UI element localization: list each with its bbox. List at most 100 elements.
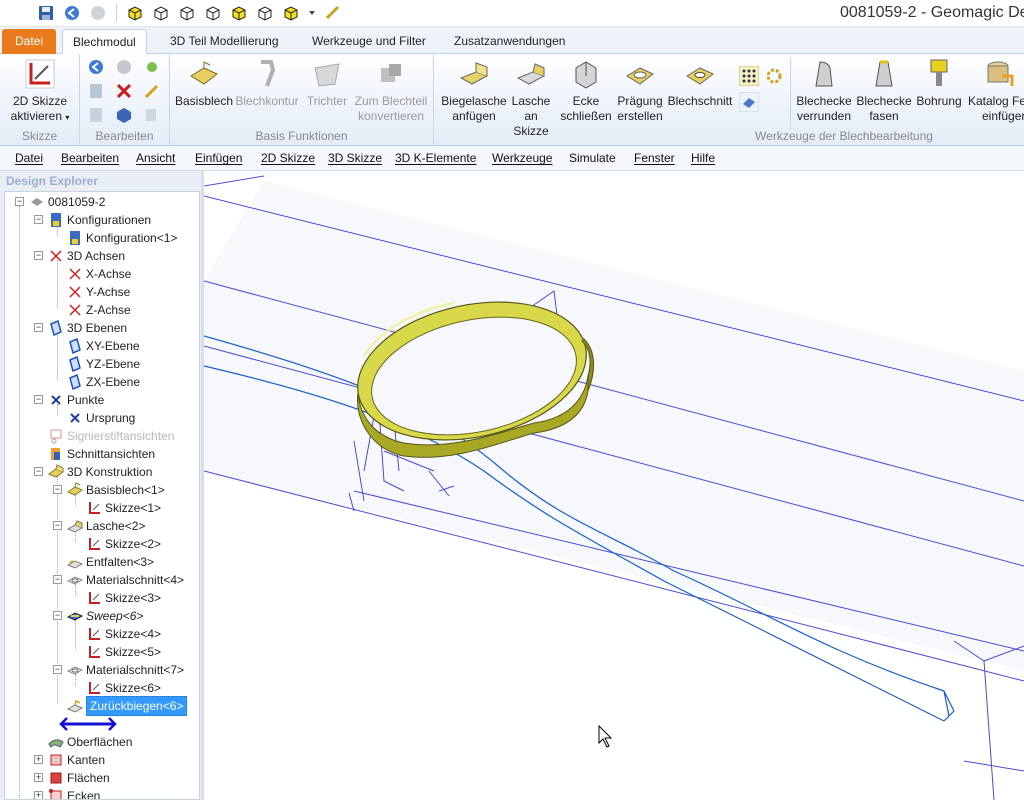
tree-node-xy-ebene[interactable]: XY-Ebene (67, 337, 140, 355)
menu-fenster[interactable]: Fenster (634, 151, 675, 165)
menu-simulate[interactable]: Simulate (569, 151, 616, 165)
circle-icon[interactable] (115, 58, 133, 76)
tree-node-skizze-4[interactable]: Skizze<4> (86, 625, 161, 643)
measure-button[interactable] (323, 3, 343, 23)
view-cube-4-button[interactable] (203, 3, 223, 23)
tree-node-y-achse[interactable]: Y-Achse (67, 283, 130, 301)
menu-2d-skizze[interactable]: 2D Skizze (261, 151, 315, 165)
tree-node-oberflaechen[interactable]: Oberflächen (48, 733, 132, 751)
tree-node-flaechen[interactable]: Flächen (48, 769, 110, 787)
blechkontur-button[interactable]: Blechkontur (234, 58, 300, 109)
model-view[interactable] (204, 171, 1024, 800)
menu-3d-skizze[interactable]: 3D Skizze (328, 151, 382, 165)
tab-datei[interactable]: Datei (2, 29, 56, 54)
pattern-grid-icon[interactable] (739, 66, 759, 86)
tree-node-konfigurationen[interactable]: Konfigurationen (48, 211, 151, 229)
tree-node-z-achse[interactable]: Z-Achse (67, 301, 131, 319)
menu-3d-k-elemente[interactable]: 3D K-Elemente (395, 151, 476, 165)
lasche-an-skizze-button[interactable]: Lasche an Skizze (506, 58, 556, 139)
expander-ecken[interactable]: + (34, 791, 43, 799)
tree-node-3d-konstruktion[interactable]: 3D Konstruktion (48, 463, 152, 481)
expander-basisblech[interactable]: − (53, 485, 62, 494)
tree-node-3d-ebenen[interactable]: 3D Ebenen (48, 319, 127, 337)
tree-node-basisblech-1[interactable]: Basisblech<1> (67, 481, 165, 499)
tree-node-schnittansichten[interactable]: Schnittansichten (48, 445, 155, 463)
tree-node-zurueckbiegen-6[interactable]: Zurückbiegen<6> (67, 696, 188, 716)
tree-node-punkte[interactable]: Punkte (48, 391, 104, 409)
ecke-schliessen-button[interactable]: Ecke schließen (558, 58, 614, 124)
view-cube-2-button[interactable] (151, 3, 171, 23)
delete-x-icon[interactable] (115, 82, 133, 100)
expander-root[interactable]: − (15, 197, 24, 206)
expander-flaechen[interactable]: + (34, 773, 43, 782)
tab-zusatzanwendungen[interactable]: Zusatzanwendungen (444, 29, 575, 54)
tree-node-ecken[interactable]: Ecken (48, 787, 100, 799)
tree-node-root[interactable]: 0081059-2 (29, 193, 105, 211)
gem-icon[interactable] (143, 58, 161, 76)
tree-node-materialschnitt-4[interactable]: Materialschnitt<4> (67, 571, 184, 589)
skizze-aktivieren-button[interactable]: 2D Skizze aktivieren ▾ (6, 58, 74, 125)
menu-werkzeuge[interactable]: Werkzeuge (492, 151, 552, 165)
expander-lasche[interactable]: − (53, 521, 62, 530)
view-cube-6-button[interactable] (255, 3, 275, 23)
expander-kanten[interactable]: + (34, 755, 43, 764)
view-cube-1-button[interactable] (125, 3, 145, 23)
cube-icon[interactable] (115, 106, 133, 124)
tree-node-lasche-2[interactable]: Lasche<2> (67, 517, 145, 535)
expander-konfigurationen[interactable]: − (34, 215, 43, 224)
tree-node-konfiguration-1[interactable]: Konfiguration<1> (67, 229, 177, 247)
expander-3d-konstruktion[interactable]: − (34, 467, 43, 476)
blechecke-verrunden-button[interactable]: Blechecke verrunden (792, 58, 856, 124)
expander-materialschnitt-4[interactable]: − (53, 575, 62, 584)
feature-tree[interactable]: − − − − − − − − − − − + + + 0081059-2 Ko… (4, 191, 200, 800)
trichter-button[interactable]: Trichter (302, 58, 352, 109)
pencil-icon[interactable] (143, 82, 161, 100)
biegelasche-button[interactable]: Biegelasche anfügen (438, 58, 510, 124)
tree-rollback-bar[interactable] (59, 715, 117, 733)
menu-datei[interactable]: Datei (15, 151, 43, 165)
basisblech-button[interactable]: Basisblech (174, 58, 234, 109)
tree-node-ursprung[interactable]: Ursprung (67, 409, 135, 427)
tree-node-skizze-3[interactable]: Skizze<3> (86, 589, 161, 607)
qat-dropdown-button[interactable] (307, 3, 317, 23)
redo-button[interactable] (88, 3, 108, 23)
menu-bearbeiten[interactable]: Bearbeiten (61, 151, 119, 165)
view-cube-5-button[interactable] (229, 3, 249, 23)
circular-pattern-icon[interactable] (764, 66, 784, 86)
expander-materialschnitt-7[interactable]: − (53, 665, 62, 674)
view-cube-7-button[interactable] (281, 3, 301, 23)
blechschnitt-button[interactable]: Blechschnitt (666, 58, 734, 109)
back-arrow-icon[interactable] (87, 58, 105, 76)
tree-node-x-achse[interactable]: X-Achse (67, 265, 131, 283)
tree-node-zx-ebene[interactable]: ZX-Ebene (67, 373, 140, 391)
bohrung-button[interactable]: Bohrung (912, 58, 966, 109)
tree-node-materialschnitt-7[interactable]: Materialschnitt<7> (67, 661, 184, 679)
tab-3d-teil-modellierung[interactable]: 3D Teil Modellierung (160, 29, 289, 54)
view-cube-3-button[interactable] (177, 3, 197, 23)
page-icon[interactable] (87, 106, 105, 124)
tree-node-skizze-5[interactable]: Skizze<5> (86, 643, 161, 661)
undo-button[interactable] (62, 3, 82, 23)
tree-node-signierstiftansichten[interactable]: Signierstiftansichten (48, 427, 174, 445)
praegung-button[interactable]: Prägung erstellen (614, 58, 666, 124)
tree-node-3d-achsen[interactable]: 3D Achsen (48, 247, 125, 265)
blechecke-fasen-button[interactable]: Blechecke fasen (854, 58, 914, 124)
tree-node-skizze-1[interactable]: Skizze<1> (86, 499, 161, 517)
menu-hilfe[interactable]: Hilfe (691, 151, 715, 165)
expander-3d-achsen[interactable]: − (34, 251, 43, 260)
menu-einfuegen[interactable]: Einfügen (195, 151, 242, 165)
save-button[interactable] (36, 3, 56, 23)
mirror-part-icon[interactable] (739, 92, 759, 112)
copy-icon[interactable] (143, 106, 161, 124)
document-icon[interactable] (87, 82, 105, 100)
menu-ansicht[interactable]: Ansicht (136, 151, 175, 165)
tree-node-entfalten-3[interactable]: Entfalten<3> (67, 553, 154, 571)
3d-viewport[interactable] (204, 171, 1024, 800)
zum-blechteil-button[interactable]: Zum Blechteil konvertieren (352, 58, 430, 124)
tree-node-sweep-6[interactable]: Sweep<6> (67, 607, 143, 625)
tab-werkzeuge-und-filter[interactable]: Werkzeuge und Filter (302, 29, 436, 54)
tree-node-kanten[interactable]: Kanten (48, 751, 105, 769)
expander-sweep[interactable]: − (53, 611, 62, 620)
tab-blechmodul[interactable]: Blechmodul (62, 29, 147, 54)
expander-punkte[interactable]: − (34, 395, 43, 404)
